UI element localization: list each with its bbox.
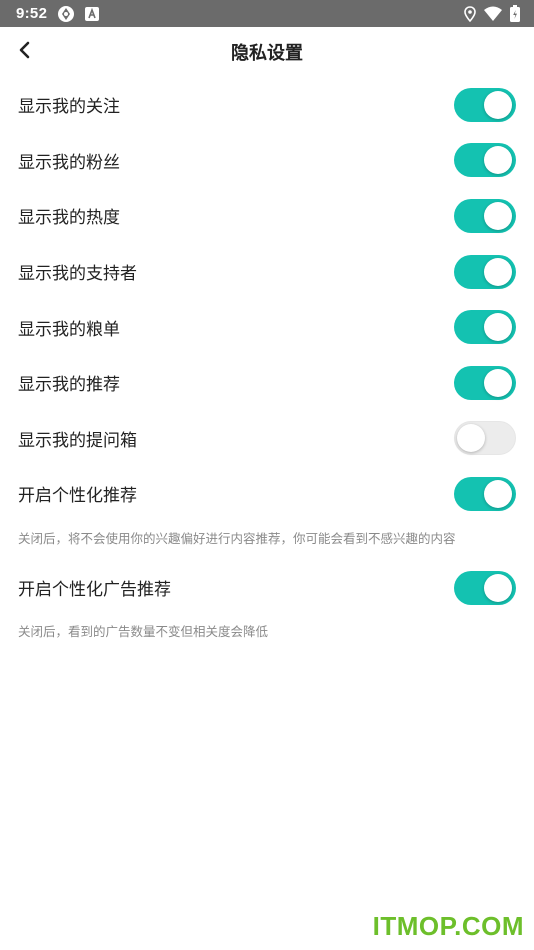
toggle-knob bbox=[484, 313, 512, 342]
app-a-icon bbox=[85, 6, 100, 21]
status-time: 9:52 bbox=[16, 5, 48, 22]
toggle-knob bbox=[457, 424, 485, 453]
personalized-recommend-toggle[interactable] bbox=[454, 476, 516, 511]
personalized-ads-note: 关闭后，看到的广告数量不变但相关度会降低 bbox=[18, 624, 269, 640]
setting-label: 显示我的粮单 bbox=[18, 319, 120, 340]
setting-row-show-fans: 显示我的粉丝 bbox=[0, 133, 534, 189]
setting-label: 显示我的关注 bbox=[18, 97, 120, 118]
show-popularity-toggle[interactable] bbox=[454, 198, 516, 233]
setting-row-show-list: 显示我的粮单 bbox=[0, 299, 534, 355]
location-icon bbox=[464, 5, 476, 22]
setting-label: 显示我的热度 bbox=[18, 208, 120, 229]
personalized-recommend-note: 关闭后，将不会使用你的兴趣偏好进行内容推荐，你可能会看到不感兴趣的内容 bbox=[18, 530, 456, 546]
toggle-knob bbox=[484, 146, 512, 175]
toggle-knob bbox=[484, 257, 512, 286]
show-fans-toggle[interactable] bbox=[454, 143, 516, 178]
toggle-knob bbox=[484, 573, 512, 602]
sync-icon bbox=[57, 5, 75, 23]
show-supporters-toggle[interactable] bbox=[454, 254, 516, 289]
setting-label: 开启个性化广告推荐 bbox=[18, 580, 171, 601]
status-bar: 9:52 bbox=[0, 0, 534, 27]
show-following-toggle[interactable] bbox=[454, 87, 516, 122]
show-recommend-toggle[interactable] bbox=[454, 365, 516, 400]
setting-row-show-supporters: 显示我的支持者 bbox=[0, 244, 534, 300]
setting-label: 显示我的支持者 bbox=[18, 264, 137, 285]
setting-label: 显示我的推荐 bbox=[18, 375, 120, 396]
toggle-knob bbox=[484, 90, 512, 119]
setting-label: 显示我的提问箱 bbox=[18, 430, 137, 451]
wifi-icon bbox=[484, 6, 502, 21]
toggle-knob bbox=[484, 368, 512, 397]
setting-label: 开启个性化推荐 bbox=[18, 486, 137, 507]
settings-list: 显示我的关注 显示我的粉丝 显示我的热度 显示我的支持者 显示我的粮单 显示我的… bbox=[0, 77, 534, 653]
toggle-knob bbox=[484, 201, 512, 230]
show-question-box-toggle[interactable] bbox=[454, 421, 516, 456]
battery-icon bbox=[510, 5, 520, 22]
toggle-knob bbox=[484, 479, 512, 508]
watermark: ITMOP.COM bbox=[372, 911, 524, 941]
setting-row-show-popularity: 显示我的热度 bbox=[0, 188, 534, 244]
back-button[interactable] bbox=[12, 39, 38, 65]
nav-bar: 隐私设置 bbox=[0, 27, 534, 77]
setting-row-personalized-recommend: 开启个性化推荐 bbox=[0, 466, 534, 522]
setting-label: 显示我的粉丝 bbox=[18, 152, 120, 173]
setting-row-show-recommend: 显示我的推荐 bbox=[0, 355, 534, 411]
chevron-left-icon bbox=[18, 41, 32, 63]
personalized-ads-toggle[interactable] bbox=[454, 570, 516, 605]
setting-row-show-question-box: 显示我的提问箱 bbox=[0, 411, 534, 467]
setting-row-show-following: 显示我的关注 bbox=[0, 77, 534, 133]
setting-row-personalized-ads: 开启个性化广告推荐 bbox=[0, 560, 534, 616]
page-title: 隐私设置 bbox=[231, 43, 303, 64]
show-list-toggle[interactable] bbox=[454, 310, 516, 345]
